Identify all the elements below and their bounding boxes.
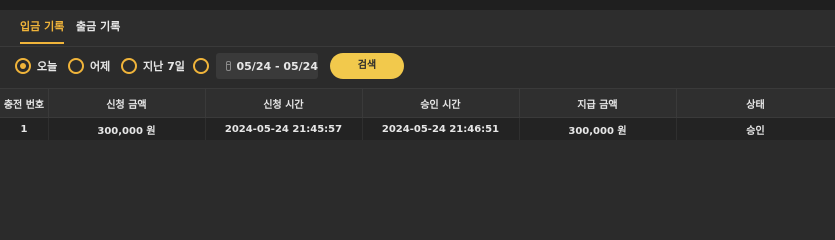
cell-status: 승인 (746, 125, 765, 137)
header-paid-amount: 지급 금액 (519, 89, 677, 117)
header-request-time: 신청 시간 (205, 89, 363, 117)
tab-deposit-history[interactable]: 입금 기록 (20, 10, 65, 44)
table-row: 1 300,000 원 2024-05-24 21:45:57 2024-05-… (0, 118, 835, 141)
radio-last-7-days[interactable]: 지난 7일 (121, 57, 185, 75)
radio-last-7-days-indicator[interactable] (121, 58, 137, 74)
date-filter-bar: 오늘 어제 지난 7일 05/24 - 05/24 검색 (0, 47, 835, 87)
cell-charge-number: 1 (0, 118, 49, 140)
cell-requested-amount: 300,000 원 (48, 118, 206, 140)
active-tab-underline (20, 42, 65, 44)
history-tabs: 입금 기록 출금 기록 (0, 10, 835, 47)
cell-paid-amount: 300,000 원 (519, 118, 677, 140)
search-button[interactable]: 검색 (330, 53, 404, 79)
header-approval-time: 승인 시간 (362, 89, 520, 117)
header-requested-amount: 신청 금액 (48, 89, 206, 117)
radio-yesterday[interactable]: 어제 (68, 57, 110, 75)
top-bar (0, 0, 835, 10)
header-status: 상태 (746, 99, 765, 111)
radio-today-label: 오늘 (37, 60, 58, 73)
cell-request-time: 2024-05-24 21:45:57 (205, 118, 363, 140)
radio-today-indicator[interactable] (15, 58, 31, 74)
radio-today[interactable]: 오늘 (15, 57, 57, 75)
deposit-history-table: 충전 번호 신청 금액 신청 시간 승인 시간 지급 금액 상태 1 300,0… (0, 88, 835, 141)
tab-withdrawal-history-label: 출금 기록 (76, 20, 121, 33)
tab-withdrawal-history[interactable]: 출금 기록 (76, 10, 120, 44)
table-empty-space (0, 140, 835, 217)
radio-last-7-days-label: 지난 7일 (143, 60, 185, 73)
calendar-icon (226, 61, 231, 71)
header-charge-number: 충전 번호 (0, 89, 49, 117)
tab-deposit-history-label: 입금 기록 (20, 20, 65, 33)
radio-custom-range-indicator[interactable] (193, 58, 209, 74)
radio-yesterday-label: 어제 (90, 60, 111, 73)
cell-approval-time: 2024-05-24 21:46:51 (362, 118, 520, 140)
radio-yesterday-indicator[interactable] (68, 58, 84, 74)
date-range-picker[interactable]: 05/24 - 05/24 (216, 53, 318, 79)
date-range-value: 05/24 - 05/24 (236, 59, 319, 73)
table-header-row: 충전 번호 신청 금액 신청 시간 승인 시간 지급 금액 상태 (0, 88, 835, 118)
radio-custom-range[interactable] (193, 57, 215, 75)
